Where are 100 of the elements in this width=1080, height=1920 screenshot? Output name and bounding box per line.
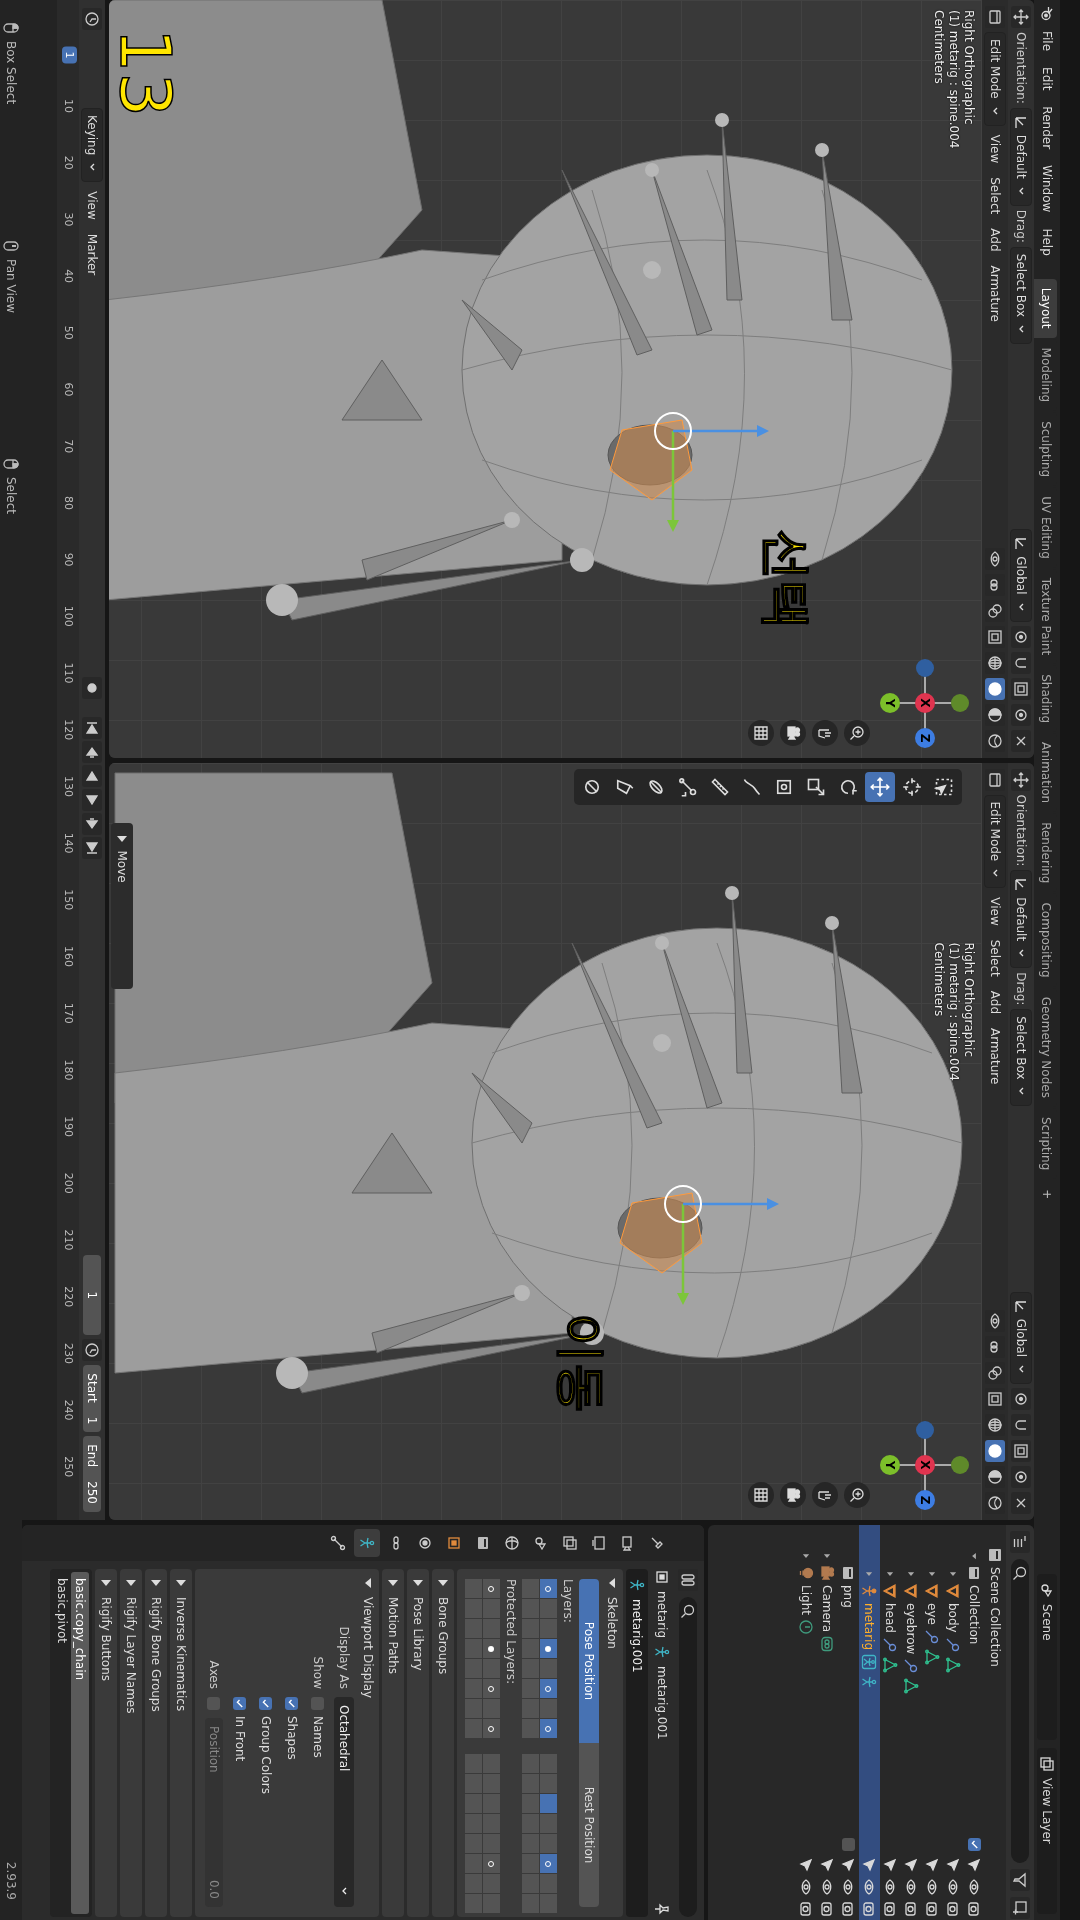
menu-item[interactable]: Render [1037, 99, 1057, 157]
frame-number: 230 [62, 1342, 75, 1364]
menu-item[interactable]: Armature [986, 260, 1004, 327]
frame-number: 180 [62, 1059, 75, 1081]
checkbox-label: Shapes [285, 1716, 299, 1760]
rig-type-item[interactable]: basic.copy_chain [71, 1572, 89, 1914]
menu-item[interactable]: View [83, 186, 101, 225]
viewport-info-text: Right Orthographic [961, 10, 976, 127]
annotation-text: 선택 [762, 530, 812, 630]
current-frame-field[interactable]: 1 [83, 1255, 101, 1336]
drag-dropdown[interactable]: Select Box [1010, 246, 1032, 344]
keying-dropdown[interactable]: Keying [81, 108, 103, 183]
transform-orientation-dropdown[interactable]: Global [1010, 1291, 1032, 1384]
playhead-frame[interactable]: 1 [62, 46, 77, 64]
frame-number: 140 [62, 832, 75, 854]
checkbox-label: Group Colors [259, 1716, 273, 1794]
outliner-row[interactable]: png [838, 1525, 859, 1920]
frame-number: 110 [62, 662, 75, 684]
display-as-dropdown[interactable]: Octahedral [334, 1697, 354, 1907]
panel-header[interactable]: Rigify Layer Names [120, 1569, 142, 1917]
field-label: Show [311, 1655, 325, 1689]
outliner-row[interactable]: Scene Collection [985, 1525, 1006, 1920]
menu-item[interactable]: View [986, 892, 1004, 931]
menu-item[interactable]: File [1037, 24, 1057, 59]
drag-dropdown[interactable]: Select Box [1010, 1009, 1032, 1107]
scene-selector[interactable]: Scene [1037, 1574, 1057, 1740]
orientation-label: Orientation: [1014, 794, 1028, 867]
panel-header[interactable]: Bone Groups [432, 1569, 454, 1917]
layers-label: Protected Layers: [504, 1579, 518, 1686]
panel-header[interactable]: Rigify Buttons [95, 1569, 117, 1917]
datablock-field[interactable]: metarig.001 [626, 1569, 648, 1917]
version-text: 2.93.9 [4, 1861, 18, 1900]
rig-type-item[interactable]: basic.pivot [53, 1572, 71, 1914]
menu-item[interactable]: Add [986, 223, 1004, 257]
pose-mode-button[interactable]: Rest Position [579, 1743, 599, 1907]
outliner-row[interactable]: metarig [859, 1525, 880, 1920]
frame-number: 220 [62, 1286, 75, 1308]
mode-dropdown[interactable]: Edit Mode [984, 794, 1006, 889]
menu-item[interactable]: Edit [1037, 60, 1057, 98]
panel-header[interactable]: Motion Paths [382, 1569, 404, 1917]
panel-header[interactable]: Viewport Display [357, 1569, 379, 1917]
viewport-info-text: (1) metarig : spine.004 [946, 10, 961, 149]
outliner-row[interactable]: Light [796, 1525, 817, 1920]
annotation-text: 이동 [557, 1312, 607, 1413]
menu-item[interactable]: Help [1037, 221, 1057, 263]
frame-number: 190 [62, 1116, 75, 1138]
outliner-row[interactable]: eyebrow [901, 1525, 922, 1920]
viewport-info-text: Centimeters [931, 10, 946, 86]
drag-label: Drag: [1014, 209, 1028, 243]
frame-number: 100 [62, 605, 75, 627]
outliner-row[interactable]: eye [922, 1525, 943, 1920]
frame-number: 250 [62, 1456, 75, 1478]
panel-header[interactable]: Inverse Kinematics [170, 1569, 192, 1917]
viewport-info-text: Centimeters [931, 942, 946, 1019]
frame-number: 70 [62, 439, 75, 454]
transform-orientation-dropdown[interactable]: Global [1010, 529, 1032, 622]
frame-number: 10 [62, 99, 75, 113]
add-workspace-button[interactable]: + [1038, 1181, 1056, 1208]
panel-header[interactable]: Skeleton [601, 1569, 623, 1917]
frame-number: 160 [62, 946, 75, 967]
navigation-gizmo[interactable]: X Z Y [880, 1420, 970, 1510]
menu-item[interactable]: Marker [83, 228, 101, 281]
menu-item[interactable]: View [986, 129, 1004, 169]
pose-mode-button[interactable]: Pose Position [579, 1579, 599, 1743]
outliner-row[interactable]: head [880, 1525, 901, 1920]
orientation-dropdown[interactable]: Default [1010, 107, 1032, 206]
viewport-info-text: (1) metarig : spine.004 [946, 942, 961, 1081]
layers-label: Layers: [561, 1579, 575, 1625]
outliner-row[interactable]: Camera [817, 1525, 838, 1920]
field-label: Axes [207, 1659, 221, 1689]
panel-header[interactable]: Rigify Bone Groups [145, 1569, 167, 1917]
outliner-row[interactable]: Collection [964, 1525, 985, 1920]
navigation-gizmo[interactable]: X Z Y [880, 657, 970, 748]
drag-label: Drag: [1014, 972, 1028, 1006]
field-label: Display As [337, 1625, 351, 1689]
checkbox-label: Names [311, 1716, 325, 1758]
menu-item[interactable]: Add [986, 985, 1004, 1019]
outliner-row[interactable]: body [943, 1525, 964, 1920]
menu-item[interactable]: Select [986, 934, 1004, 982]
frame-number: 80 [62, 495, 75, 510]
frame-number: 120 [62, 719, 75, 741]
frame-number: 50 [62, 325, 75, 340]
orientation-label: Orientation: [1014, 32, 1028, 104]
menu-item[interactable]: Select [986, 172, 1004, 220]
frame-number: 170 [62, 1002, 75, 1024]
menu-item[interactable]: Window [1037, 158, 1057, 220]
breadcrumb-item: metarig.001 [655, 1666, 669, 1740]
status-hint: Pan View [4, 259, 18, 313]
panel-header[interactable]: Pose Library [407, 1569, 429, 1917]
frame-number: 20 [62, 155, 75, 170]
frame-number: 200 [62, 1172, 75, 1194]
mode-dropdown[interactable]: Edit Mode [984, 32, 1006, 126]
end-frame-field[interactable]: End 250 [83, 1436, 101, 1512]
menu-item[interactable]: Armature [986, 1023, 1004, 1090]
frame-number: 130 [62, 775, 75, 797]
operator-panel[interactable]: Move [111, 822, 133, 989]
workspace-tab[interactable]: Layout [1034, 278, 1057, 338]
start-frame-field[interactable]: Start 1 [83, 1365, 101, 1433]
view-layer-selector[interactable]: View Layer [1037, 1748, 1057, 1914]
orientation-dropdown[interactable]: Default [1010, 870, 1032, 969]
